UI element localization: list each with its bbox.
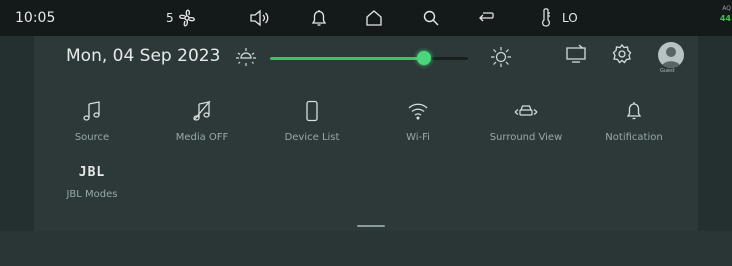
avatar[interactable] <box>658 42 684 68</box>
tile-notification[interactable]: Notification <box>579 99 689 143</box>
user-icon <box>661 47 681 68</box>
tile-label: Media OFF <box>175 132 229 143</box>
tile-wifi[interactable]: Wi-Fi <box>363 99 473 143</box>
panel-drag-handle[interactable] <box>357 225 385 227</box>
music-muted-icon <box>193 100 211 121</box>
bell-icon <box>311 10 327 26</box>
date-label: Mon, 04 Sep 2023 <box>66 46 221 66</box>
settings-icon[interactable] <box>611 42 633 66</box>
brightness-slider-thumb[interactable] <box>417 51 431 65</box>
bell-icon <box>626 102 642 120</box>
surround-view-icon <box>514 105 538 116</box>
air-quality-indicator: AQ 44 <box>720 4 731 24</box>
fan-speed-value: 5 <box>166 11 174 25</box>
wifi-icon <box>408 103 428 120</box>
tile-media-off[interactable]: Media OFF <box>147 99 257 143</box>
home-icon <box>366 10 382 26</box>
user-label: Guest <box>660 68 675 74</box>
clock: 10:05 <box>15 10 56 26</box>
music-note-icon <box>83 101 100 121</box>
tile-label: JBL Modes <box>66 189 118 200</box>
brightness-slider-fill <box>270 57 424 60</box>
tile-label: Device List <box>284 132 340 143</box>
temperature-value: LO <box>562 11 578 25</box>
tile-jbl-modes[interactable]: JBL JBL Modes <box>37 163 147 201</box>
search-icon <box>423 10 439 26</box>
background-strip <box>0 231 732 266</box>
brightness-slider[interactable] <box>270 51 468 65</box>
temperature-control[interactable]: LO <box>540 0 578 36</box>
tile-device-list[interactable]: Device List <box>257 99 367 143</box>
air-quality-value: 44 <box>719 14 731 23</box>
speaker-icon <box>250 9 269 27</box>
volume-button[interactable] <box>249 0 271 36</box>
home-button[interactable] <box>364 0 384 36</box>
tile-label: Source <box>74 132 110 143</box>
brightness-low-icon[interactable] <box>234 44 258 70</box>
notification-button[interactable] <box>309 0 329 36</box>
thermometer-icon <box>542 8 550 27</box>
tile-source[interactable]: Source <box>37 99 147 143</box>
screen-off-icon[interactable] <box>564 42 588 66</box>
air-quality-label: AQ <box>722 5 731 12</box>
brightness-high-icon[interactable] <box>488 44 514 70</box>
tile-label: Wi-Fi <box>406 132 430 143</box>
phone-icon <box>306 100 318 122</box>
jbl-logo-icon: JBL <box>78 164 106 180</box>
fan-icon <box>178 9 195 27</box>
quick-settings-screen: 10:05 5 LO AQ 44 Mon, 04 Sep 2023 Guest … <box>0 0 732 266</box>
tile-label: Notification <box>605 132 663 143</box>
fan-speed-control[interactable]: 5 <box>166 0 198 36</box>
return-icon <box>479 12 494 22</box>
tile-surround-view[interactable]: Surround View <box>471 99 581 143</box>
back-button[interactable] <box>477 0 497 36</box>
tile-label: Surround View <box>489 132 563 143</box>
search-button[interactable] <box>421 0 441 36</box>
